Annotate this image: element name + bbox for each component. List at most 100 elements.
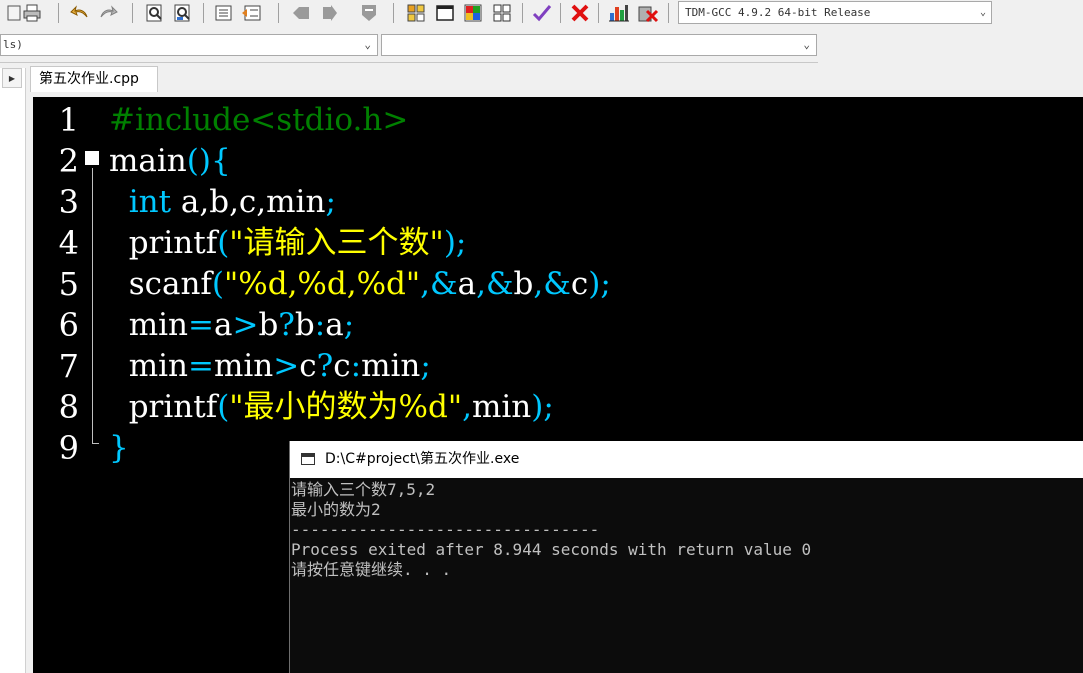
tab-source-file[interactable]: 第五次作业.cpp [30, 66, 158, 92]
code-token: ; [325, 184, 336, 220]
code-token: b [513, 266, 534, 302]
code-token: : [350, 348, 362, 384]
code-token: a,b,c,min [171, 184, 326, 220]
class-function-bar: ls) ⌄ ⌄ [0, 30, 818, 63]
console-line: 请输入三个数7,5,2 [291, 480, 436, 499]
goto-icon[interactable] [317, 2, 341, 24]
code-token: c [570, 266, 589, 302]
console-app-icon [301, 453, 315, 465]
code-token: , [462, 389, 472, 425]
code-token: = [187, 307, 214, 343]
code-token: a [457, 266, 477, 302]
bookmark-icon[interactable] [289, 2, 313, 24]
code-token: = [187, 348, 214, 384]
console-title-bar[interactable]: D:\C#project\第五次作业.exe [290, 441, 1083, 478]
code-line[interactable]: main(){ [109, 141, 231, 182]
line-number: 1 [58, 101, 79, 139]
code-token: "请输入三个数" [229, 225, 444, 261]
console-window[interactable]: D:\C#project\第五次作业.exe 请输入三个数7,5,2 最小的数为2… [289, 441, 1083, 673]
code-token: min [109, 307, 188, 343]
palette-icon[interactable] [461, 2, 485, 24]
code-token: ( [217, 389, 230, 425]
code-token: ); [588, 266, 611, 302]
line-number: 7 [58, 347, 79, 385]
line-number-gutter: 123456789 [33, 97, 88, 673]
code-line[interactable]: min=min>c?c:min; [109, 346, 431, 387]
stop-icon[interactable] [357, 2, 381, 24]
code-line[interactable]: printf("最小的数为%d",min); [109, 387, 554, 428]
code-token: ,& [533, 266, 571, 302]
function-combo[interactable]: ⌄ [381, 34, 817, 56]
window-icon[interactable] [433, 2, 457, 24]
code-line[interactable]: printf("请输入三个数"); [109, 223, 467, 264]
code-token: ); [443, 225, 467, 261]
fold-toggle-icon[interactable] [85, 151, 99, 165]
fold-guide [92, 168, 93, 444]
code-token: ? [316, 348, 334, 384]
check-icon[interactable] [530, 2, 554, 24]
code-token: min [471, 389, 532, 425]
project-panel [0, 68, 26, 673]
code-token: > [232, 307, 259, 343]
code-token: ); [531, 389, 554, 425]
code-token: (){ [186, 143, 231, 179]
code-token: scanf [109, 266, 212, 302]
unindent-icon[interactable] [240, 2, 264, 24]
line-number: 5 [58, 265, 79, 303]
class-combo[interactable]: ls) ⌄ [0, 34, 378, 56]
line-number: 9 [58, 429, 79, 467]
code-token: b [258, 307, 279, 343]
code-token: a [213, 307, 233, 343]
code-token: main [109, 143, 187, 179]
code-token: min [361, 348, 421, 384]
code-token: int [109, 184, 172, 220]
console-line: -------------------------------- [291, 520, 600, 539]
layout-icon[interactable] [490, 2, 514, 24]
debug-icon[interactable] [636, 2, 660, 24]
replace-icon[interactable] [171, 2, 195, 24]
compiler-select[interactable]: TDM-GCC 4.9.2 64-bit Release ⌄ [678, 1, 992, 24]
code-line[interactable]: } [109, 428, 129, 469]
code-token: min [213, 348, 274, 384]
code-line[interactable]: min=a>b?b:a; [109, 305, 354, 346]
close-icon[interactable] [568, 2, 592, 24]
tab-label: 第五次作业.cpp [39, 71, 139, 87]
code-token: ,& [420, 266, 458, 302]
code-token: ? [278, 307, 295, 343]
line-number: 6 [58, 306, 79, 344]
code-token: ( [211, 266, 225, 302]
expand-arrow-icon[interactable]: ▶ [2, 68, 22, 88]
main-toolbar: TDM-GCC 4.9.2 64-bit Release ⌄ [0, 0, 1083, 28]
grid-icon[interactable] [404, 2, 428, 24]
fold-guide-end [92, 443, 99, 444]
code-token: : [314, 307, 326, 343]
find-icon[interactable] [143, 2, 167, 24]
console-line: 请按任意键继续. . . [291, 560, 452, 579]
code-token: ,& [476, 266, 514, 302]
line-number: 8 [58, 388, 79, 426]
console-title: D:\C#project\第五次作业.exe [325, 451, 520, 467]
redo-icon[interactable] [96, 2, 120, 24]
chevron-down-icon: ⌄ [803, 38, 810, 51]
code-line[interactable]: #include<stdio.h> [109, 100, 408, 141]
code-token: printf [109, 389, 218, 425]
code-token: printf [109, 225, 218, 261]
code-token: ( [217, 225, 230, 261]
line-number: 2 [58, 142, 79, 180]
chevron-down-icon: ⌄ [979, 7, 986, 18]
class-combo-value: ls) [3, 38, 23, 51]
undo-icon[interactable] [68, 2, 92, 24]
code-token: c [333, 348, 351, 384]
code-token: "最小的数为%d" [229, 389, 463, 425]
chevron-down-icon: ⌄ [364, 38, 371, 51]
print-icon[interactable] [20, 2, 44, 24]
code-token: min [109, 348, 188, 384]
code-token: } [109, 430, 129, 466]
code-token: #include<stdio.h> [109, 102, 409, 138]
code-line[interactable]: scanf("%d,%d,%d",&a,&b,&c); [109, 264, 611, 305]
code-token: ; [343, 307, 355, 343]
line-number: 3 [58, 183, 79, 221]
indent-icon[interactable] [212, 2, 236, 24]
code-line[interactable]: int a,b,c,min; [109, 182, 336, 223]
chart-icon[interactable] [607, 2, 631, 24]
